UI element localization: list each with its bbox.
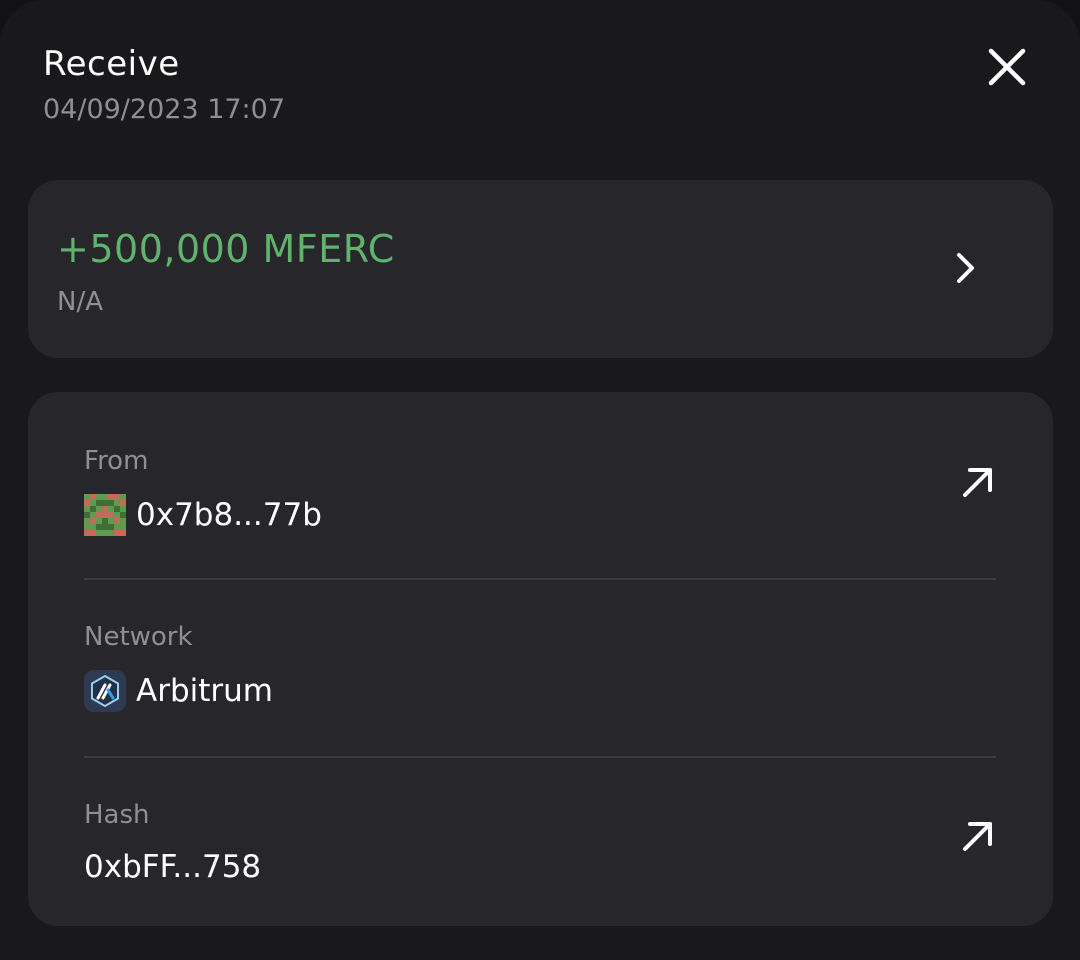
amount-value: +500,000 MFERC (57, 227, 395, 271)
arrow-up-right-icon (963, 822, 992, 851)
close-button[interactable] (980, 40, 1034, 94)
from-external-link-button[interactable] (956, 460, 1000, 504)
divider (84, 578, 996, 580)
from-value[interactable]: 0x7b8...77b (84, 494, 322, 536)
transaction-datetime: 04/09/2023 17:07 (43, 94, 286, 125)
hash-value[interactable]: 0xbFF...758 (84, 848, 261, 886)
from-label: From (84, 446, 149, 476)
chevron-right-icon[interactable] (948, 250, 984, 286)
hash-external-link-button[interactable] (956, 814, 1000, 858)
arrow-up-right-icon (963, 468, 992, 497)
close-icon (988, 48, 1026, 86)
from-address: 0x7b8...77b (136, 497, 322, 533)
network-name: Arbitrum (136, 673, 273, 709)
amount-fiat-value: N/A (57, 287, 103, 317)
pixel-avatar-icon (84, 494, 126, 536)
sheet-header: Receive 04/09/2023 17:07 (43, 44, 285, 126)
arbitrum-logo-icon (84, 670, 126, 712)
page-title: Receive (43, 44, 180, 84)
network-label: Network (84, 622, 193, 652)
details-card (28, 392, 1053, 926)
transaction-detail-sheet: Receive 04/09/2023 17:07 +500,000 MFERC … (0, 0, 1080, 960)
network-value: Arbitrum (84, 670, 273, 712)
hash-label: Hash (84, 800, 150, 830)
divider (84, 756, 996, 758)
